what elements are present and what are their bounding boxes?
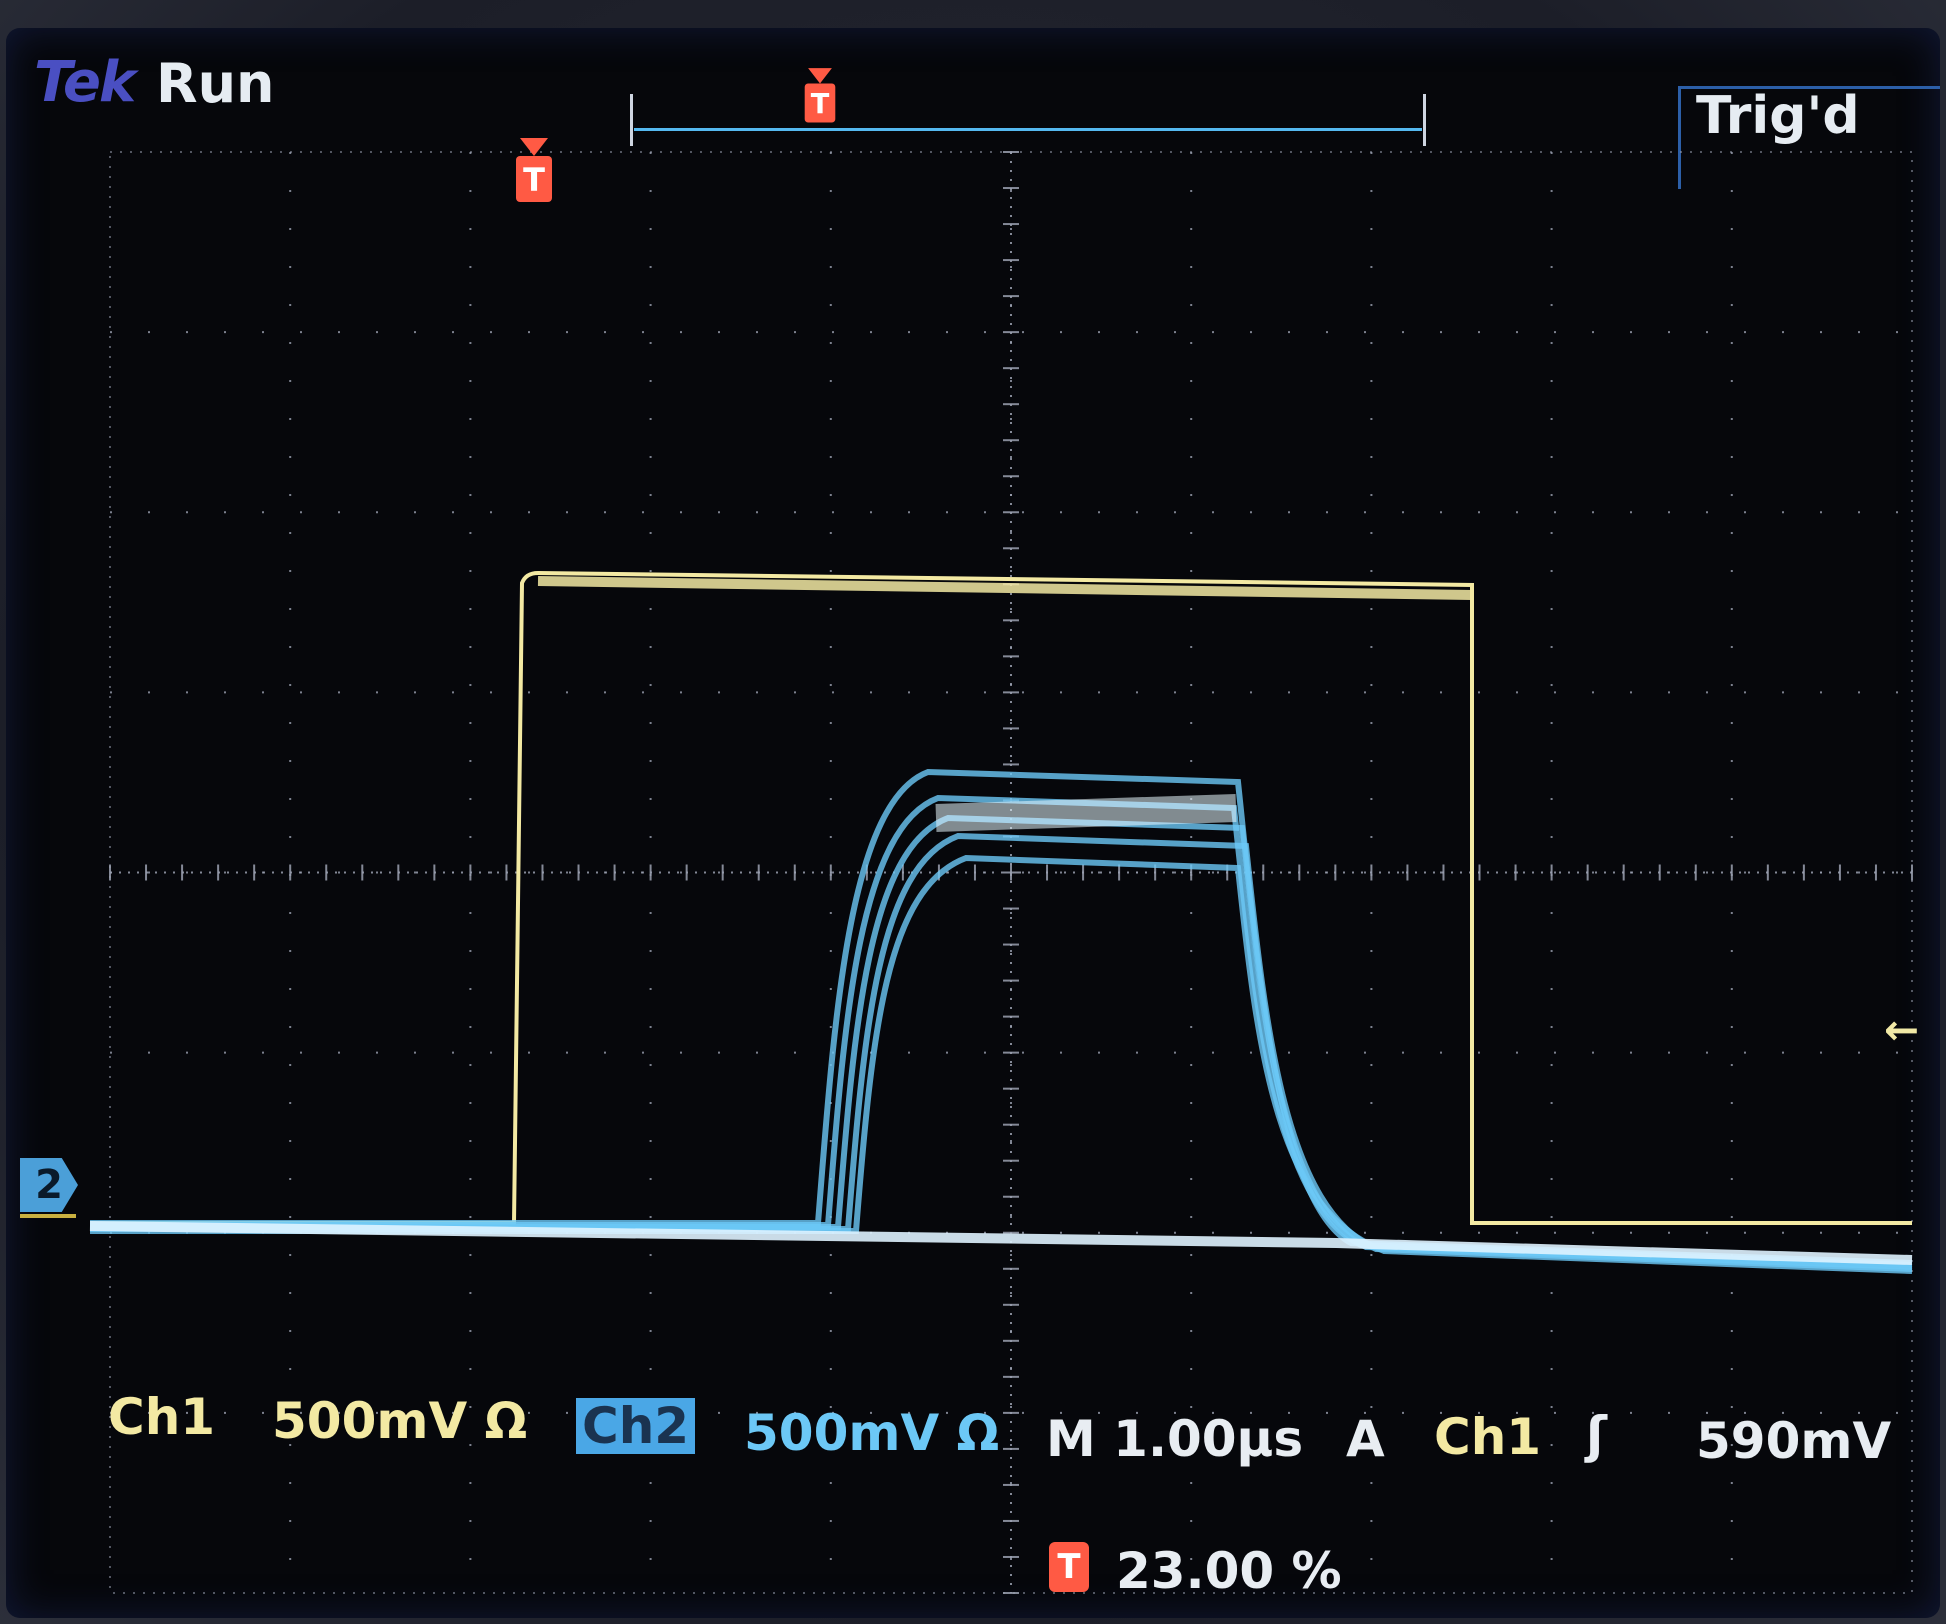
ch2-waveform-trace	[90, 854, 1913, 1274]
waveform-layer	[89, 570, 1913, 1274]
ch2-waveform-trace	[90, 814, 1913, 1270]
trigger-position-icon: T	[1049, 1542, 1089, 1592]
trigger-mode: A	[1346, 1410, 1385, 1468]
ch2-waveform-trace	[90, 794, 1913, 1268]
trigger-level: 590mV	[1696, 1412, 1892, 1470]
timebase-readout: M 1.00µs	[1046, 1410, 1304, 1468]
graticule	[89, 151, 1913, 1594]
trigger-position-readout: 23.00 %	[1116, 1542, 1342, 1600]
ch1-scale: 500mV Ω	[272, 1392, 528, 1450]
trigger-position-marker[interactable]: T	[516, 138, 552, 202]
graticule-grid	[109, 151, 1913, 1594]
trigger-source: Ch1	[1434, 1408, 1542, 1466]
ch2-ground-indicator	[20, 1214, 76, 1218]
rising-edge-icon: ʃ	[1586, 1406, 1607, 1464]
ch2-waveform-trace	[90, 768, 1913, 1266]
ch1-waveform	[90, 570, 1912, 1225]
ch2-waveform-trace	[90, 832, 1913, 1272]
ch2-label[interactable]: Ch2	[576, 1398, 696, 1454]
ch2-baseline	[89, 1221, 1913, 1265]
ch2-scale: 500mV Ω	[744, 1404, 1000, 1462]
ch1-label[interactable]: Ch1	[108, 1388, 215, 1446]
oscilloscope-screen: Tek Run T Trig'd T 2 ← Ch1 500mV Ω Ch2 5…	[6, 28, 1940, 1618]
arrow-left-icon[interactable]: ←	[1884, 1008, 1924, 1052]
ch2-pulse-top-band	[935, 794, 1237, 832]
